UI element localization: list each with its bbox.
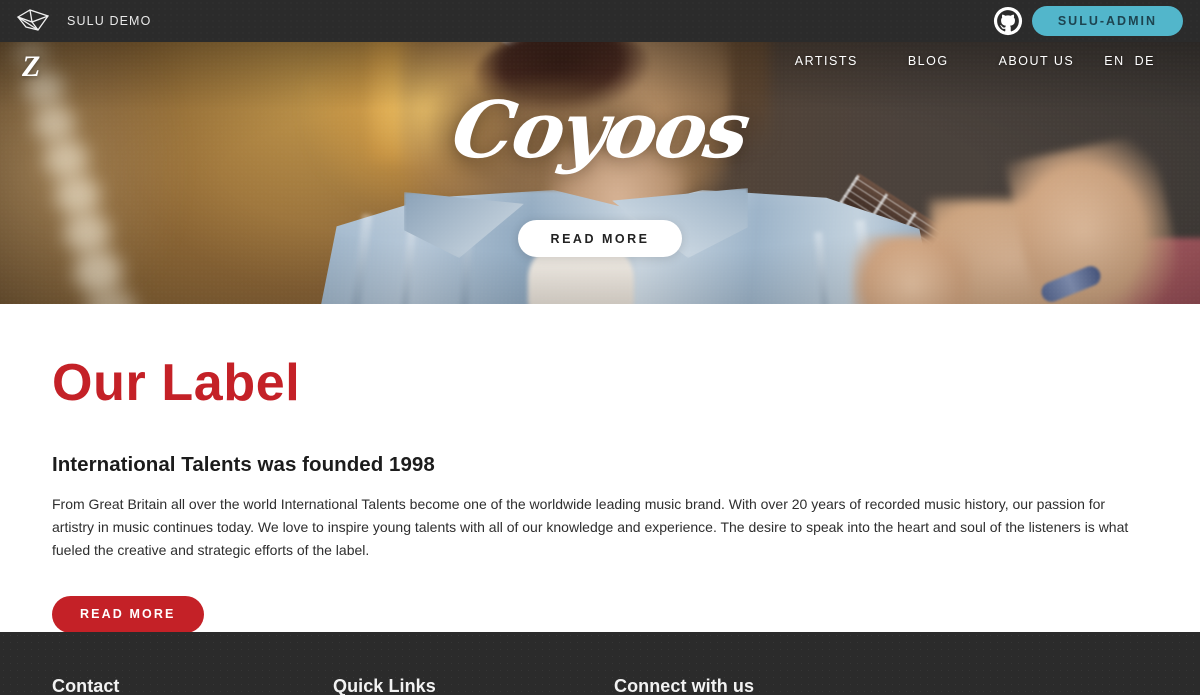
footer-heading-contact: Contact (52, 676, 120, 695)
admin-bar-actions: SULU-ADMIN (993, 6, 1183, 36)
footer-columns: Contact Quick Links Connect with us (52, 632, 1148, 695)
main-content: Our Label International Talents was foun… (0, 304, 1200, 633)
section-subtitle: International Talents was founded 1998 (52, 453, 435, 476)
hero-section: Z ARTISTS BLOG ABOUT US EN DE Coyoos REA… (0, 42, 1200, 304)
hero-read-more-button[interactable]: READ MORE (517, 220, 683, 257)
lang-switch-en[interactable]: EN (1099, 54, 1129, 68)
nav-item-blog[interactable]: BLOG (883, 54, 974, 68)
section-body-text: From Great Britain all over the world In… (52, 496, 1129, 558)
hero-title: Coyoos (446, 85, 754, 176)
github-icon[interactable] (993, 6, 1023, 36)
site-logo[interactable]: Z (22, 52, 40, 82)
content-read-more-button[interactable]: READ MORE (52, 595, 204, 633)
footer-column-contact: Contact (52, 676, 333, 695)
nav-item-artists[interactable]: ARTISTS (770, 54, 883, 68)
sulu-brand[interactable]: SULU DEMO (16, 8, 151, 34)
lang-switch-de[interactable]: DE (1130, 54, 1160, 68)
nav-item-about-us[interactable]: ABOUT US (974, 54, 1100, 68)
main-navigation: ARTISTS BLOG ABOUT US EN DE (770, 54, 1160, 68)
sulu-cube-icon (16, 9, 50, 31)
footer-column-connect: Connect with us (614, 676, 754, 695)
sulu-admin-bar: SULU DEMO SULU-ADMIN (0, 0, 1200, 42)
page-title: Our Label (52, 354, 301, 412)
sulu-admin-button[interactable]: SULU-ADMIN (1031, 6, 1183, 36)
footer-column-quick-links: Quick Links (333, 676, 614, 695)
hero-cta-wrapper: READ MORE (0, 220, 1200, 257)
footer-heading-connect: Connect with us (614, 676, 755, 695)
footer-heading-quick-links: Quick Links (333, 676, 436, 695)
site-footer: Contact Quick Links Connect with us (0, 632, 1200, 695)
sulu-brand-label: SULU DEMO (67, 14, 152, 28)
